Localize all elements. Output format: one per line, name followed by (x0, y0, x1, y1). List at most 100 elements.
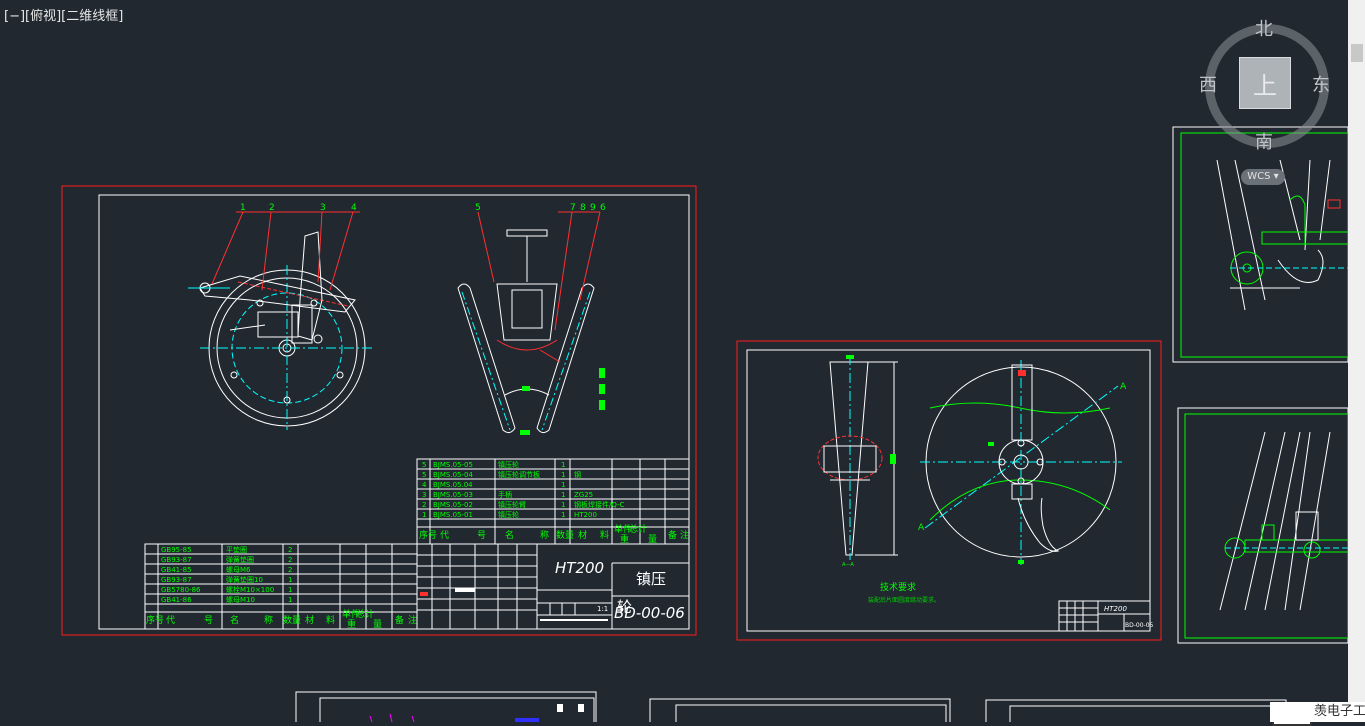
bom-cell: 镇压轮臂 (498, 500, 526, 509)
bom-cell: 2 (422, 501, 426, 509)
svg-text:序号: 序号 (146, 614, 164, 626)
bom-cell: 1 (288, 596, 292, 604)
sheet-bottom-1[interactable] (295, 691, 597, 722)
bom-cell: 1 (288, 586, 292, 594)
sheet-main[interactable]: 12 34 57 896 5 BJMS.05-05 镇压轮 15 BJMS.05… (61, 185, 697, 636)
svg-text:总计: 总计 (356, 608, 374, 620)
svg-text:6: 6 (600, 203, 606, 213)
bom-header-top: 序号 代 号 名 称 数量 材 料 单件 总计 重 量 备 注 (419, 523, 689, 545)
title-name-main: 镇压 (636, 570, 666, 588)
drawing-number-disc: BD-00-05 (1125, 622, 1154, 629)
bom-cell: 2 (288, 556, 292, 564)
bom-cell: 镇压轮调节板 (498, 470, 540, 479)
svg-text:料: 料 (326, 614, 335, 626)
svg-text:代: 代 (166, 615, 175, 626)
viewcube-south[interactable]: 南 (1255, 128, 1273, 154)
viewcube-top-face[interactable]: 上 (1239, 57, 1291, 109)
sheet-bottom-3[interactable] (985, 699, 1287, 722)
svg-text:名: 名 (505, 529, 514, 541)
bom-cell: GB41-85 (161, 566, 192, 574)
bom-cell: 1 (561, 491, 565, 499)
bom-cell: 4 (422, 481, 427, 489)
bom-cell: 1 (561, 511, 565, 519)
sheet-bottom-2[interactable] (649, 698, 951, 722)
svg-text:数量: 数量 (556, 529, 574, 541)
bom-cell: GB95-85 (161, 546, 192, 554)
svg-text:数量: 数量 (283, 614, 301, 626)
bom-cell: 1 (561, 471, 565, 479)
wcs-label: WCS (1247, 171, 1271, 182)
bom-cell: 3 (422, 491, 426, 499)
bom-cell: 弹簧垫圈10 (226, 575, 263, 584)
svg-text:材: 材 (305, 614, 314, 626)
bom-cell: 1 (422, 511, 426, 519)
drawing-canvas[interactable]: 12 34 57 896 5 BJMS.05-05 镇压轮 15 BJMS.05… (0, 0, 1365, 722)
svg-text:号: 号 (204, 615, 213, 626)
viewport-controls-label[interactable]: [−][俯视][二维线框] (4, 5, 123, 24)
watermark-text: 羡电子工 (1270, 702, 1365, 722)
bom-cell: BJMS.05-03 (433, 491, 473, 499)
press-wheel-front-view (457, 211, 605, 435)
disc-face-view (920, 360, 1122, 565)
bom-cell: GB5780-86 (161, 586, 201, 594)
title-material-main: HT200 (555, 559, 604, 577)
svg-text:注: 注 (408, 614, 417, 626)
bom-cell: 1 (561, 501, 565, 509)
press-wheel-side-view (188, 211, 372, 430)
scrollbar-thumb[interactable] (1351, 44, 1363, 62)
sheet-disc-border (746, 349, 1151, 632)
sheet-assembly-bottom-right[interactable] (1177, 407, 1349, 644)
svg-text:8: 8 (580, 203, 586, 213)
sheet-disc-outer-frame (736, 340, 1162, 641)
bom-cell: GB93-87 (161, 556, 192, 564)
svg-text:材: 材 (578, 529, 587, 541)
bom-cell: 钢 (574, 470, 581, 479)
viewcube-west[interactable]: 西 (1199, 71, 1217, 97)
bom-cell: 手柄 (498, 490, 512, 499)
bom-cell: BJMS.05-04 (433, 471, 473, 479)
bom-cell: GB93-87 (161, 576, 192, 584)
viewcube[interactable]: 北 南 西 东 上 WCS ▾ (1195, 12, 1340, 192)
bom-cell: 螺母M6 (226, 565, 251, 574)
svg-text:注: 注 (680, 529, 689, 541)
svg-text:称: 称 (540, 529, 549, 541)
bom-cell: 镇压轮 (498, 510, 519, 519)
viewcube-east[interactable]: 东 (1312, 71, 1330, 97)
bom-cell: 1 (561, 461, 565, 469)
svg-text:5: 5 (475, 203, 481, 213)
scale-main: 1:1 (597, 605, 608, 613)
bom-cell: BJMS.05.04 (433, 481, 473, 489)
bom-cell: 螺栓M10×100 (226, 585, 274, 594)
svg-text:量: 量 (373, 619, 382, 630)
svg-text:备: 备 (395, 614, 404, 626)
section-label: A—A (842, 562, 854, 568)
bom-cell: HT200 (574, 511, 597, 519)
disc-section-view (817, 355, 898, 560)
vertical-scrollbar[interactable] (1348, 0, 1365, 722)
svg-text:7: 7 (570, 203, 576, 213)
bom-cell: BJMS.05-01 (433, 511, 473, 519)
svg-text:2: 2 (269, 203, 275, 213)
bom-cell: 5 (422, 471, 426, 479)
wcs-menu-button[interactable]: WCS ▾ (1241, 169, 1285, 185)
svg-text:4: 4 (351, 203, 357, 213)
svg-text:称: 称 (264, 614, 273, 626)
svg-text:总计: 总计 (629, 523, 647, 535)
bom-cell: 1 (288, 576, 292, 584)
bom-cell: BJMS.05-05 (433, 461, 473, 469)
svg-text:3: 3 (320, 203, 326, 213)
bom-cell: 镇压轮 (498, 460, 519, 469)
svg-text:名: 名 (230, 614, 239, 626)
bom-cell: BJMS.05-02 (433, 501, 473, 509)
viewcube-north[interactable]: 北 (1255, 15, 1273, 41)
bom-cell: 5 (422, 461, 426, 469)
bom-cell: 钢板焊接件/Q-C (574, 500, 625, 509)
title-material-disc: HT200 (1104, 605, 1127, 613)
bom-cell: 螺母M10 (226, 595, 255, 604)
bom-cell: 1 (561, 481, 565, 489)
sheet-disc[interactable]: A—A A A 技术要求 装配后片面圆度跳动要求。 HT200 BD-00-05 (736, 340, 1162, 641)
svg-text:量: 量 (648, 534, 657, 545)
tech-requirements-title: 技术要求 (880, 581, 916, 593)
svg-text:料: 料 (600, 529, 609, 541)
svg-text:1: 1 (240, 203, 246, 213)
